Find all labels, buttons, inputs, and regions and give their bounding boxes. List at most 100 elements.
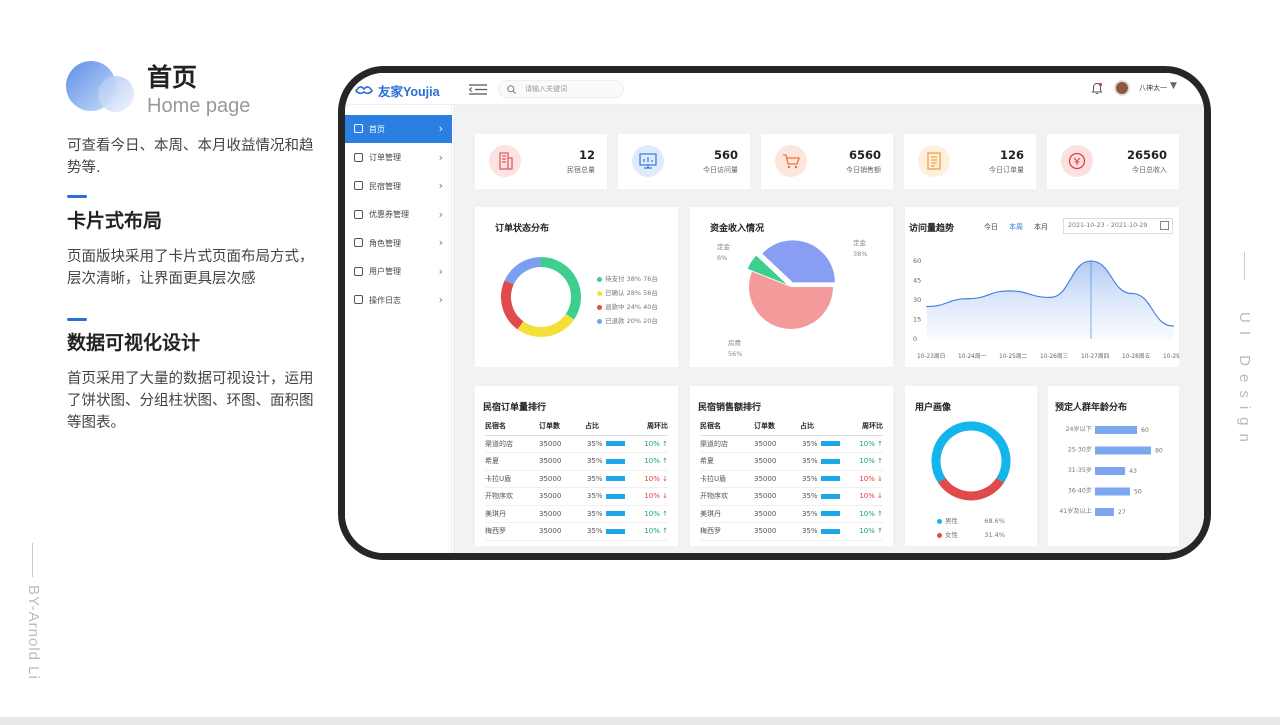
column-header[interactable]: 占比 (800, 421, 858, 431)
column-header[interactable]: 占比 (585, 421, 643, 431)
bottom-strip (0, 717, 1280, 725)
age-distribution-card: 预定人群年龄分布 24岁以下 60 25-30岁 80 31-35岁 43 36-40岁 50… (1048, 386, 1179, 546)
week-change: 10% ↓ (644, 474, 668, 483)
share-bar (820, 441, 840, 447)
sidebar-item-users[interactable]: 用户管理 › (345, 258, 452, 286)
sidebar-item-logs[interactable]: 操作日志 › (345, 286, 452, 314)
stat-card-orders[interactable]: 126 今日订单量 (904, 134, 1036, 189)
building-icon (354, 181, 363, 190)
search-box[interactable]: 请输入关键词 (498, 80, 624, 98)
chevron-right-icon: › (438, 236, 443, 249)
table-row[interactable]: 卡拉U盾 35000 35% 10% ↓ (485, 471, 668, 488)
homestay-name: 卡拉U盾 (700, 474, 727, 483)
description-text: 页面版块采用了卡片式页面布局方式，层次清晰，让界面更具层次感 (67, 249, 314, 287)
stat-label: 民宿总量 (567, 166, 595, 174)
visits-area-chart: 60 45 30 15 0 10-23周日 10-24周一 10-25周二 10-26周三 10-… (913, 257, 1179, 360)
stat-card-sales[interactable]: 6560 今日销售额 (761, 134, 893, 189)
value-label: 50 (1134, 489, 1142, 496)
user-portrait-card: 用户画像 男性 68.6% 女性 31.4% (905, 386, 1037, 546)
divider (32, 543, 33, 577)
table-row[interactable]: 开物序欢 35000 35% 10% ↓ (700, 488, 883, 506)
ticket-icon (354, 209, 363, 219)
week-change: 10% ↑ (859, 457, 883, 466)
author-credit: BY-Arnold Li (25, 585, 42, 680)
stat-label: 今日访问量 (703, 166, 738, 174)
avatar[interactable] (1114, 80, 1130, 96)
column-header[interactable]: 订单数 (754, 421, 800, 431)
sidebar: 首页 › 订单管理 › 民宿管理 › 优惠券管理 › 角色管理 › 用户管理 › 操作日志 › (345, 105, 452, 553)
column-header[interactable]: 周环比 (643, 421, 668, 431)
card-title: 资金收入情况 (710, 224, 765, 234)
share-cell: 35% (800, 475, 858, 483)
table-row[interactable]: 卡拉U盾 35000 35% 10% ↓ (700, 471, 883, 488)
sales-rank-table: 民宿名 订单数 占比 周环比 渠道的店 35000 35% 10% ↑ 希夏 35000 35% 10… (700, 418, 883, 541)
homestay-name: 渠道的店 (485, 439, 513, 448)
sidebar-item-label: 民宿管理 (369, 181, 401, 191)
legend-item: 已退款 20% 20台 (597, 314, 658, 328)
order-count: 35000 (754, 509, 777, 518)
column-header[interactable]: 订单数 (539, 421, 585, 431)
table-row[interactable]: 梅西罗 35000 35% 10% ↑ (485, 523, 668, 541)
username[interactable]: 八神太一 (1139, 83, 1167, 93)
stat-label: 今日销售额 (846, 166, 881, 174)
tab-today[interactable]: 今日 (984, 222, 998, 232)
category-label: 36-40岁 (1068, 487, 1092, 495)
x-tick-label: 10-27周四 (1081, 353, 1110, 360)
table-row[interactable]: 梅西罗 35000 35% 10% ↑ (700, 523, 883, 541)
x-tick-label: 10-28周五 (1122, 353, 1151, 360)
table-row[interactable]: 希夏 35000 35% 10% ↑ (485, 453, 668, 471)
sidebar-item-label: 优惠券管理 (369, 210, 409, 219)
table-row[interactable]: 希夏 35000 35% 10% ↑ (700, 453, 883, 471)
value-label: 43 (1129, 468, 1137, 475)
share-cell: 35% (585, 457, 643, 465)
table-row[interactable]: 美琪丹 35000 35% 10% ↑ (485, 506, 668, 523)
tab-month[interactable]: 本月 (1034, 222, 1048, 232)
donut-segment (540, 257, 581, 320)
share-cell: 35% (800, 492, 858, 500)
table-row[interactable]: 渠道的店 35000 35% 10% ↑ (485, 436, 668, 453)
visits-card: 访问量趋势 今日 本周 本月 2021-10-23 - 2021-10-29 6… (905, 207, 1179, 367)
search-input[interactable]: 请输入关键词 (525, 84, 567, 94)
stat-card-income[interactable]: 26560 今日总收入 (1047, 134, 1179, 189)
data-point (1008, 290, 1010, 292)
chevron-right-icon: › (438, 150, 443, 164)
table-row[interactable]: 美琪丹 35000 35% 10% ↑ (700, 506, 883, 523)
homestay-name: 希夏 (700, 457, 714, 466)
share-cell: 35% (800, 440, 858, 448)
document-icon (354, 152, 363, 162)
sidebar-item-home[interactable]: 首页 › (345, 115, 452, 143)
menu-collapse-icon[interactable] (469, 84, 487, 95)
stat-card-visits[interactable]: 560 今日访问量 (618, 134, 750, 189)
home-logo-icon (66, 61, 134, 112)
order-count: 35000 (754, 474, 777, 483)
sidebar-item-orders[interactable]: 订单管理 › (345, 144, 452, 172)
order-rank-card: 民宿订单量排行 民宿名 订单数 占比 周环比 渠道的店 35000 35% 10% ↑ 希夏 35… (475, 386, 678, 546)
search-icon (507, 85, 516, 94)
chevron-right-icon: › (438, 207, 443, 221)
column-header[interactable]: 民宿名 (700, 421, 754, 431)
column-header[interactable]: 周环比 (858, 421, 883, 431)
tab-week[interactable]: 本周 (1009, 222, 1023, 232)
share-cell: 35% (800, 457, 858, 465)
age-bar-chart: 24岁以下 60 25-30岁 80 31-35岁 43 36-40岁 50 41岁及以上 27 (1059, 425, 1163, 516)
card-title: 民宿销售额排行 (698, 403, 762, 413)
homestay-name: 渠道的店 (700, 439, 728, 448)
x-tick-label: 10-29周六 (1163, 352, 1179, 360)
table-row[interactable]: 渠道的店 35000 35% 10% ↑ (700, 436, 883, 453)
area-fill (927, 261, 1173, 339)
user-icon (354, 266, 363, 276)
bar (1095, 487, 1130, 496)
sidebar-item-homestays[interactable]: 民宿管理 › (345, 172, 452, 200)
table-row[interactable]: 开物序欢 35000 35% 10% ↓ (485, 488, 668, 506)
app-logo[interactable]: 友家Youjia (378, 81, 440, 100)
column-header[interactable]: 民宿名 (485, 421, 539, 431)
stat-value: 560 (713, 148, 738, 162)
sidebar-item-roles[interactable]: 角色管理 › (345, 229, 452, 257)
date-range-picker[interactable]: 2021-10-23 - 2021-10-29 (1063, 218, 1173, 234)
bell-icon[interactable] (1091, 82, 1103, 95)
stat-card-homestays[interactable]: 12 民宿总量 (475, 134, 607, 189)
legend: 待支付 38% 76台 已确认 28% 56台 退款中 24% 40台 已退款 … (597, 272, 658, 328)
sidebar-item-coupons[interactable]: 优惠券管理 › (345, 201, 452, 229)
chevron-down-icon[interactable]: ▼ (1170, 81, 1177, 91)
stat-value: 6560 (848, 148, 881, 162)
